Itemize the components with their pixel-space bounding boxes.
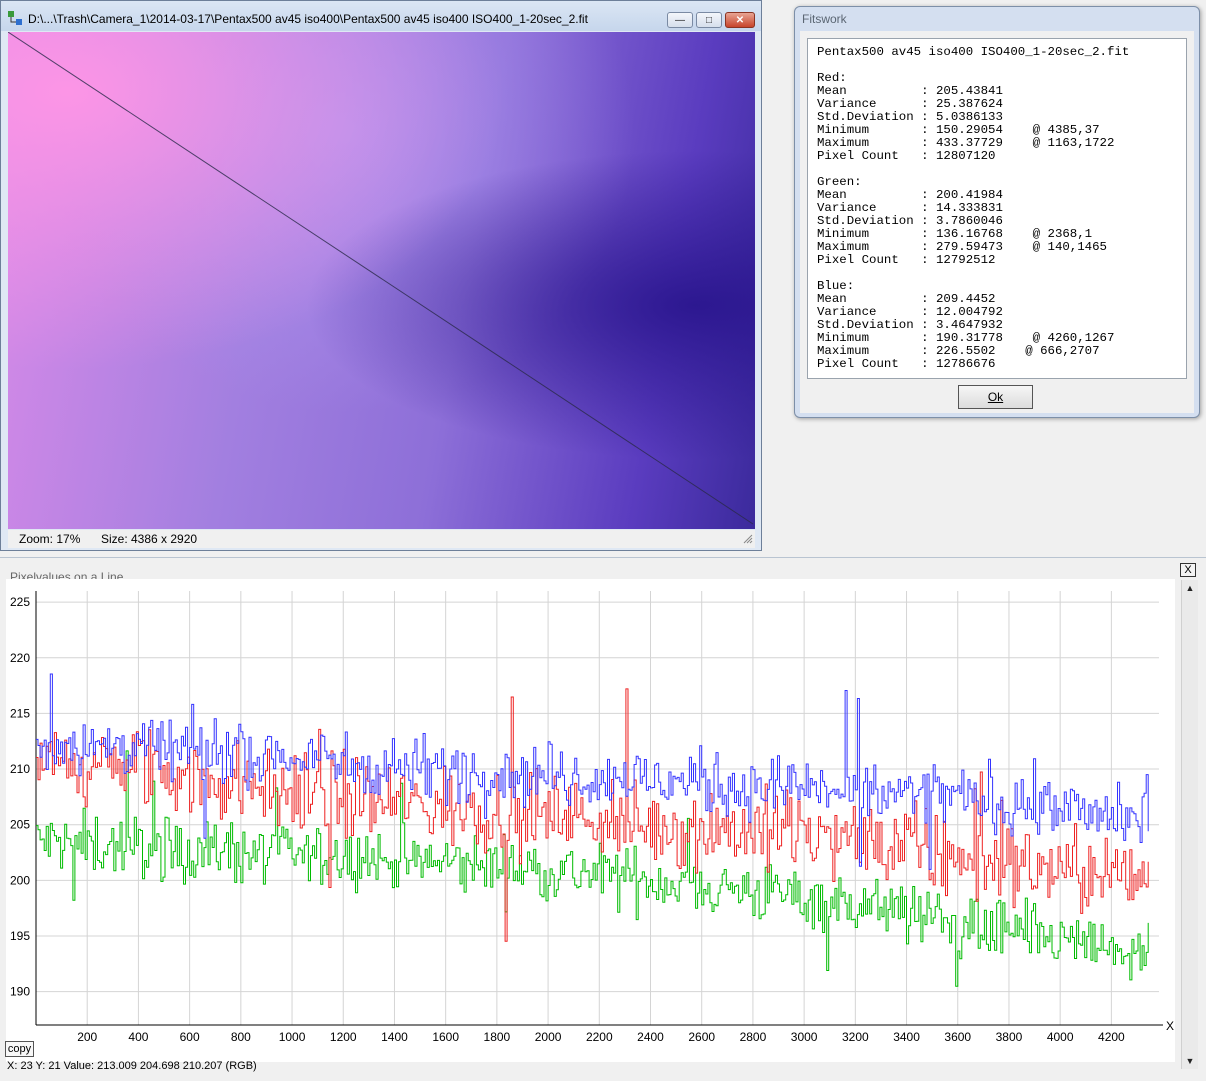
x-axis-label: X [1166,1019,1174,1033]
ok-button[interactable]: Ok [958,385,1033,409]
x-tick-label: 2200 [586,1030,613,1044]
x-tick-label: 1600 [432,1030,459,1044]
x-tick-label: 600 [180,1030,200,1044]
x-tick-label: 4000 [1047,1030,1074,1044]
scroll-down-icon[interactable]: ▼ [1182,1053,1198,1069]
size-status: Size: 4386 x 2920 [101,532,198,546]
vertical-scrollbar[interactable]: ▲ ▼ [1181,580,1198,1069]
y-tick-label: 215 [10,706,30,720]
x-tick-label: 200 [77,1030,97,1044]
image-window-titlebar[interactable]: D:\...\Trash\Camera_1\2014-03-17\Pentax5… [1,1,761,31]
x-tick-label: 3000 [791,1030,818,1044]
x-tick-label: 3800 [996,1030,1023,1044]
fitswork-app-icon [8,11,22,25]
statistics-text[interactable]: Pentax500 av45 iso400 ISO400_1-20sec_2.f… [807,38,1187,379]
x-tick-label: 2800 [740,1030,767,1044]
y-tick-label: 220 [10,651,30,665]
resize-grip-icon[interactable] [743,534,753,544]
x-tick-label: 1200 [330,1030,357,1044]
y-tick-label: 210 [10,762,30,776]
image-window-title: D:\...\Trash\Camera_1\2014-03-17\Pentax5… [28,12,588,26]
dialog-title: Fitswork [802,12,847,26]
scroll-up-icon[interactable]: ▲ [1182,580,1198,596]
x-tick-label: 400 [128,1030,148,1044]
y-tick-label: 195 [10,929,30,943]
image-statusbar: Zoom: 17% Size: 4386 x 2920 [8,530,755,548]
cursor-readout: X: 23 Y: 21 Value: 213.009 204.698 210.2… [7,1060,257,1072]
series-line [36,750,1149,987]
x-tick-label: 1800 [484,1030,511,1044]
ok-label: Ok [987,390,1004,404]
statistics-dialog[interactable]: Fitswork Pentax500 av45 iso400 ISO400_1-… [794,6,1200,418]
x-tick-label: 800 [231,1030,251,1044]
close-icon[interactable]: ✕ [725,12,755,28]
image-window[interactable]: D:\...\Trash\Camera_1\2014-03-17\Pentax5… [0,0,762,551]
x-tick-label: 2400 [637,1030,664,1044]
copy-button[interactable]: copy [5,1041,34,1057]
y-tick-label: 190 [10,985,30,999]
y-tick-label: 225 [10,595,30,609]
x-tick-label: 2000 [535,1030,562,1044]
y-tick-label: 205 [10,818,30,832]
x-tick-label: 4200 [1098,1030,1125,1044]
line-profile-marker [8,32,754,525]
dialog-body: Pentax500 av45 iso400 ISO400_1-20sec_2.f… [800,31,1194,413]
x-tick-label: 3400 [893,1030,920,1044]
line-profile-window[interactable]: Pixelvalues on a Line X 200 400 600 800 1000… [0,557,1206,1081]
line-profile-plot[interactable]: 200 400 600 800 1000 1200 1400 1600 1800 2000 2200… [6,579,1175,1062]
maximize-icon[interactable]: □ [696,12,722,28]
image-canvas[interactable] [8,32,755,529]
x-tick-label: 1400 [381,1030,408,1044]
x-tick-label: 1000 [279,1030,306,1044]
minimize-icon[interactable]: — [667,12,693,28]
pixel-profile-chart: 200 400 600 800 1000 1200 1400 1600 1800 2000 2200… [10,591,1174,1044]
close-graph-button[interactable]: X [1180,563,1196,577]
x-tick-label: 3600 [944,1030,971,1044]
x-tick-label: 3200 [842,1030,869,1044]
y-tick-label: 200 [10,873,30,887]
x-tick-label: 2600 [688,1030,715,1044]
zoom-status: Zoom: 17% [19,532,81,546]
